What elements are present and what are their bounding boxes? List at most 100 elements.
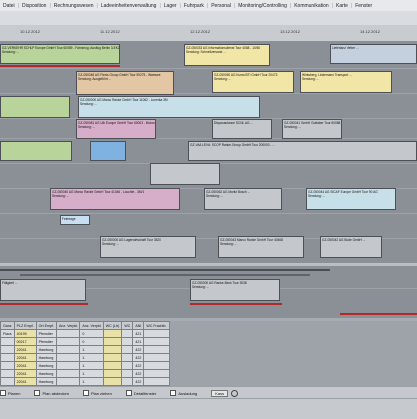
gantt-chart[interactable]: GZ-VERKEHR SCHLP Europe GmbH Tour 60089 … bbox=[0, 41, 417, 318]
table-row[interactable]: 22041 Hamburg 1 422 bbox=[0, 369, 170, 378]
gear-icon[interactable] bbox=[231, 389, 239, 397]
table-cell bbox=[121, 329, 134, 338]
menu-item[interactable]: Kommunikation bbox=[291, 3, 331, 9]
checkbox[interactable] bbox=[82, 390, 89, 396]
tour-block[interactable]: GZ-VERKEHR SCHLP Europe GmbH Tour 60089 … bbox=[0, 44, 120, 64]
column-header[interactable]: PLZ Empf. bbox=[13, 321, 37, 330]
tour-block[interactable]: GZ-050033 AG Informationsdienst Tour 408… bbox=[184, 44, 270, 66]
table-cell: 0 bbox=[79, 329, 104, 338]
tour-block[interactable]: GZ-050081 AG Ulk Europe GmbH Tour 60003 … bbox=[76, 119, 156, 139]
column-header[interactable]: Ort Empf. bbox=[35, 321, 57, 330]
menu-item[interactable]: Lager bbox=[161, 3, 180, 9]
table-cell bbox=[143, 345, 170, 354]
menu-item[interactable]: Personal bbox=[208, 3, 234, 9]
table-cell: Hamburg bbox=[35, 353, 57, 362]
tour-block[interactable]: GZ-050000 AG Ranke-Beck Tour 3038 Sendung… bbox=[190, 279, 280, 301]
tour-block[interactable]: GZ-050040 AG Marco Ranke GmbH Tour 41046… bbox=[50, 188, 180, 210]
menu-item[interactable]: Datei bbox=[0, 3, 18, 9]
table-cell: Flacs bbox=[0, 329, 15, 338]
table-cell bbox=[55, 377, 81, 386]
table-cell: 422 bbox=[132, 345, 145, 354]
tour-block[interactable]: GZ-050050 AG Kunst-BTI GmbH Tour 20473 Se… bbox=[212, 71, 294, 93]
column-header[interactable]: Ganz bbox=[0, 321, 15, 330]
table-cell bbox=[0, 353, 15, 362]
table-cell bbox=[102, 361, 123, 370]
table-cell bbox=[121, 345, 134, 354]
tour-block[interactable] bbox=[0, 141, 72, 161]
timeline-date: 12.12.2012 bbox=[190, 29, 211, 34]
table-cell: 421 bbox=[132, 329, 145, 338]
table-cell bbox=[143, 353, 170, 362]
table-cell bbox=[55, 361, 81, 370]
tour-block[interactable]: Fäligkeit ... bbox=[0, 279, 86, 301]
column-header[interactable]: WC bbox=[121, 321, 134, 330]
menu-item[interactable]: Fenster bbox=[352, 3, 375, 9]
table-row[interactable]: 22041 Hamburg 1 422 bbox=[0, 361, 170, 370]
option-detailfenster[interactable]: Detailfenster bbox=[125, 390, 156, 396]
tour-block[interactable]: GZ-050048 AG Flexis Group GmbH Tour 5927… bbox=[76, 71, 174, 95]
column-header[interactable]: WC Frachtb. bbox=[143, 321, 170, 330]
column-header[interactable]: WC (Ltr) bbox=[102, 321, 123, 330]
checkbox[interactable] bbox=[125, 390, 132, 396]
table-cell bbox=[0, 369, 15, 378]
menu-item[interactable]: Ladeeinheitenverwaltung bbox=[98, 3, 160, 9]
timeline-date: 10.12.2012 bbox=[20, 29, 41, 34]
table-cell: Hamburg bbox=[35, 369, 57, 378]
table-cell bbox=[102, 329, 123, 338]
table-cell: 1 bbox=[79, 353, 104, 362]
table-row[interactable]: 00217 Pfenstler 0 421 bbox=[0, 337, 170, 346]
holiday-block[interactable]: Feiertage bbox=[60, 215, 90, 225]
checkbox[interactable] bbox=[0, 390, 6, 396]
table-cell bbox=[102, 345, 123, 354]
table-cell: 1 bbox=[79, 369, 104, 378]
table-cell bbox=[102, 369, 123, 378]
table-cell bbox=[143, 369, 170, 378]
table-cell: 22041 bbox=[13, 369, 37, 378]
table-row[interactable]: 22041 Hamburg 1 422 bbox=[0, 353, 170, 362]
table-cell: 422 bbox=[132, 377, 145, 386]
option-planen[interactable]: Planen bbox=[0, 390, 20, 396]
table-cell bbox=[102, 377, 123, 386]
table-cell bbox=[55, 353, 81, 362]
option-plan-abdecken[interactable]: Plan abdecken bbox=[34, 390, 69, 396]
tour-block[interactable]: Wintsberg, Lindemann Transport ... Sendun… bbox=[300, 71, 392, 93]
table-cell bbox=[143, 337, 170, 346]
tour-block[interactable]: GZ-050042 AG Bode GmbH ... bbox=[320, 236, 382, 258]
option-plan-ziehen[interactable]: Plan ziehen bbox=[82, 390, 112, 396]
column-header[interactable]: ANI bbox=[132, 321, 145, 330]
option-ausladung[interactable]: Ausladung bbox=[170, 390, 197, 396]
table-cell bbox=[0, 361, 15, 370]
table-cell bbox=[55, 345, 81, 354]
column-header[interactable]: Anz. Verpkt bbox=[79, 321, 104, 330]
tour-block[interactable] bbox=[150, 163, 220, 185]
shipment-table: Ganz PLZ Empf. Ort Empf. Anz. Verpkt Anz… bbox=[0, 321, 170, 386]
column-header[interactable]: Anz. Verpkt bbox=[55, 321, 81, 330]
table-cell bbox=[143, 361, 170, 370]
tour-block[interactable]: GZ-050041 GmbH Gutfaber Tour 60088 Sendun… bbox=[282, 119, 342, 139]
tour-block[interactable]: GZ-VA/LLEVA: SCOP Ranke-Group GmbH Tour … bbox=[188, 141, 417, 161]
menu-item[interactable]: Fuhrpark bbox=[181, 3, 207, 9]
checkbox[interactable] bbox=[170, 390, 177, 396]
tour-block[interactable]: GZ-050062 AG Moritz Bosch ... Sendung: ..… bbox=[204, 188, 282, 210]
menu-item[interactable]: Rechnungswesen bbox=[51, 3, 97, 9]
tour-block[interactable]: Disposaulance SCNL AG ... bbox=[212, 119, 272, 139]
tour-block[interactable]: GZ-050043 Marco Ranke GmbH Tour 40468 Sen… bbox=[218, 236, 304, 258]
table-cell bbox=[102, 337, 123, 346]
menu-item[interactable]: Karte bbox=[333, 3, 351, 9]
table-cell bbox=[121, 377, 134, 386]
checkbox[interactable] bbox=[34, 390, 41, 396]
table-row[interactable]: Flacs 40199 Pfenstler 0 421 bbox=[0, 329, 170, 338]
tour-block[interactable]: Lieferlanz Vetter ... bbox=[330, 44, 417, 64]
table-cell bbox=[55, 329, 81, 338]
menu-item[interactable]: Monitoring/Controlling bbox=[235, 3, 290, 9]
tour-block[interactable]: GZ-050000 AG Marco Ranke GmbH Tour 11062… bbox=[78, 96, 260, 118]
timeline-date: 13.12.2012 bbox=[280, 29, 301, 34]
tour-block[interactable] bbox=[90, 141, 126, 161]
tour-block[interactable]: GZ-050000 AG Lagerwirtschaft Tour 3520 Se… bbox=[100, 236, 196, 258]
tour-block[interactable] bbox=[0, 96, 70, 118]
tour-block[interactable]: GZ-050044 AG SICAF Europe GmbH Tour 90 A… bbox=[306, 188, 396, 210]
menu-item[interactable]: Disposition bbox=[19, 3, 49, 9]
table-row[interactable]: 22041 Hamburg 1 422 bbox=[0, 377, 170, 386]
kass-button[interactable]: Kass bbox=[211, 389, 229, 397]
table-row[interactable]: 22041 Hamburg 1 422 bbox=[0, 345, 170, 354]
